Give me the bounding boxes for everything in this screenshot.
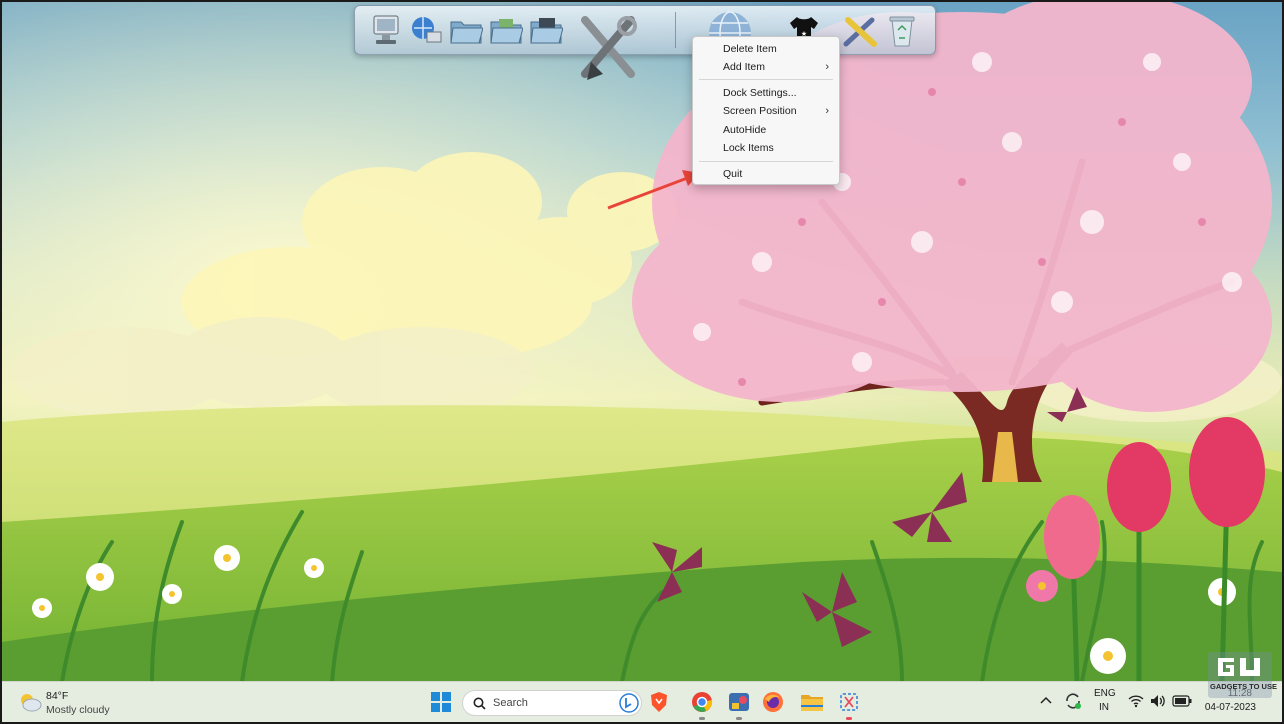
- menu-item-dock-settings[interactable]: Dock Settings...: [693, 84, 839, 102]
- firefox-browser-button[interactable]: [762, 691, 784, 713]
- volume-icon: [1151, 695, 1165, 707]
- wifi-icon: [1128, 695, 1144, 708]
- dock-item-computer[interactable]: [367, 12, 405, 50]
- chrome-browser-button[interactable]: [691, 691, 713, 713]
- snipping-tool-button[interactable]: [838, 691, 860, 713]
- running-indicator: [736, 717, 742, 720]
- menu-item-add-item[interactable]: Add Item ›: [693, 58, 839, 76]
- file-explorer-button[interactable]: [800, 691, 823, 713]
- start-button[interactable]: [430, 691, 452, 713]
- quick-settings-button[interactable]: [1126, 691, 1196, 713]
- desktop: ★ Delete Item Add Item › Dock Settings..…: [0, 0, 1284, 724]
- dock-item-music-folder[interactable]: [527, 12, 565, 50]
- brave-browser-button[interactable]: [648, 691, 670, 713]
- dock-item-tools[interactable]: [577, 14, 639, 82]
- rocket-dock: ★: [354, 5, 936, 80]
- gadgets-to-use-logo: [1218, 658, 1260, 676]
- search-icon: [473, 697, 486, 710]
- brave-icon: [651, 692, 667, 712]
- show-hidden-icons-button[interactable]: [1038, 692, 1054, 710]
- running-indicator: [699, 717, 705, 720]
- menu-item-label: Quit: [723, 168, 743, 180]
- weather-temperature: 84°F: [46, 690, 69, 702]
- snipping-tool-icon: [840, 693, 858, 711]
- dock-separator: [675, 12, 676, 48]
- weather-description: Mostly cloudy: [46, 704, 110, 716]
- menu-item-label: Delete Item: [723, 43, 777, 55]
- cloudy-weather-icon: [21, 694, 42, 712]
- dock-item-recycle-bin[interactable]: [883, 12, 921, 50]
- windows-logo-icon: [431, 692, 451, 712]
- menu-item-label: Dock Settings...: [723, 87, 797, 99]
- language-indicator[interactable]: ENG IN: [1092, 686, 1118, 718]
- chevron-right-icon: ›: [825, 105, 829, 117]
- weather-widget[interactable]: 84°F Mostly cloudy: [16, 688, 136, 718]
- dock-context-menu: Delete Item Add Item › Dock Settings... …: [692, 36, 840, 185]
- firefox-icon: [763, 692, 783, 712]
- photo-app-icon: [729, 693, 749, 711]
- recycle-bin-icon: [889, 16, 915, 47]
- clock-date: 04-07-2023: [1204, 702, 1256, 713]
- menu-separator: [699, 79, 833, 80]
- search-placeholder: Search: [493, 697, 528, 709]
- desktop-wallpaper: [2, 2, 1282, 722]
- dock-item-pictures-folder[interactable]: [487, 12, 525, 50]
- running-indicator: [846, 717, 852, 720]
- language-primary: ENG: [1094, 688, 1116, 699]
- network-icon: [412, 17, 442, 43]
- dock-item-documents-folder[interactable]: [447, 12, 485, 50]
- settings-tools-icon: [843, 17, 877, 47]
- menu-item-label: AutoHide: [723, 124, 767, 136]
- watermark-text: GADGETS TO USE: [1210, 682, 1277, 691]
- chevron-up-icon: [1040, 696, 1052, 704]
- taskbar-search-box[interactable]: Search: [462, 690, 642, 716]
- gadgets-to-use-watermark: GADGETS TO USE: [1208, 652, 1277, 698]
- menu-item-screen-position[interactable]: Screen Position ›: [693, 102, 839, 120]
- menu-item-lock-items[interactable]: Lock Items: [693, 139, 839, 157]
- taskbar: 84°F Mostly cloudy Search ENG IN 11:28 0…: [2, 652, 1282, 722]
- chevron-right-icon: ›: [825, 61, 829, 73]
- menu-item-label: Lock Items: [723, 142, 774, 154]
- folder-icon: [801, 695, 823, 711]
- chrome-icon: [692, 692, 713, 712]
- tools-icon: [581, 16, 637, 80]
- menu-item-delete-item[interactable]: Delete Item: [693, 40, 839, 58]
- menu-item-label: Screen Position: [723, 105, 797, 117]
- folder-icon: [530, 18, 563, 44]
- bing-icon: [619, 693, 639, 713]
- dock-item-network[interactable]: [407, 12, 445, 50]
- onedrive-sync-button[interactable]: [1062, 690, 1084, 712]
- folder-icon: [490, 19, 523, 44]
- photo-app-button[interactable]: [728, 691, 750, 713]
- computer-icon: [373, 15, 399, 44]
- menu-item-autohide[interactable]: AutoHide: [693, 121, 839, 139]
- language-secondary: IN: [1099, 702, 1109, 713]
- dock-item-settings-tools[interactable]: [841, 12, 879, 50]
- menu-item-quit[interactable]: Quit: [693, 165, 839, 183]
- sync-icon: [1066, 693, 1081, 709]
- folder-icon: [450, 21, 483, 44]
- battery-icon: [1172, 695, 1192, 707]
- menu-separator: [699, 161, 833, 162]
- menu-item-label: Add Item: [723, 61, 766, 73]
